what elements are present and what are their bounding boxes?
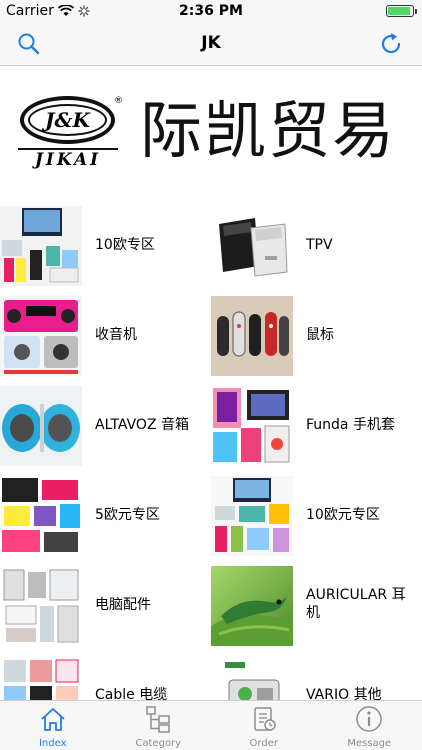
logo-text: J&K (28, 104, 107, 136)
tab-label: Order (249, 738, 278, 749)
lizard-thumb (211, 566, 293, 646)
category-item[interactable]: AURICULAR 耳机 (211, 562, 422, 652)
category-label: AURICULAR 耳机 (306, 587, 406, 621)
logo-subtitle: JIKAI (34, 150, 102, 170)
category-icon (146, 706, 170, 733)
registered-mark: ® (114, 96, 123, 106)
nav-bar: JK (0, 22, 422, 66)
tab-label: Category (135, 738, 182, 749)
category-label: ALTAVOZ 音箱 (95, 417, 189, 433)
category-item[interactable]: 10欧元专区 (211, 472, 422, 562)
category-item[interactable]: 收音机 (0, 292, 211, 382)
power-bank-thumb (0, 476, 82, 556)
speaker-thumb (0, 386, 82, 466)
status-time: 2:36 PM (179, 3, 243, 19)
category-label: TPV (306, 237, 333, 253)
company-banner: J&K ® JIKAI 际凯贸易 (0, 66, 422, 196)
category-label: 10欧专区 (95, 237, 155, 253)
category-item[interactable]: Funda 手机套 (211, 382, 422, 472)
category-label: 10欧元专区 (306, 507, 380, 523)
tab-label: Index (38, 738, 67, 749)
home-icon (41, 708, 65, 731)
category-item[interactable]: ALTAVOZ 音箱 (0, 382, 211, 472)
category-item[interactable]: 10欧专区 (0, 202, 211, 292)
tab-message[interactable]: Message (317, 701, 422, 750)
receipt-printer-thumb (211, 206, 293, 286)
category-item[interactable]: 鼠标 (211, 292, 422, 382)
status-bar: Carrier 2:36 PM (0, 0, 422, 22)
tab-label: Message (347, 738, 392, 749)
category-item[interactable]: TPV (211, 202, 422, 292)
tab-category[interactable]: Category (106, 701, 212, 750)
category-label: 电脑配件 (95, 597, 151, 613)
computer-accessories-thumb (0, 566, 82, 646)
page-title: JK (201, 33, 221, 53)
refresh-icon[interactable] (378, 31, 404, 57)
battery-icon (386, 5, 417, 17)
company-logo: J&K (20, 96, 115, 144)
category-item[interactable]: 5欧元专区 (0, 472, 211, 562)
radio-thumb (0, 296, 82, 376)
category-item[interactable]: 电脑配件 (0, 562, 211, 652)
phone-case-thumb (211, 386, 293, 466)
order-icon (254, 707, 276, 731)
tab-bar: Index Category Order Message (0, 700, 422, 750)
mouse-thumb (211, 296, 293, 376)
tab-order[interactable]: Order (211, 701, 317, 750)
tab-index[interactable]: Index (0, 701, 106, 750)
category-label: 5欧元专区 (95, 507, 160, 523)
category-label: 收音机 (95, 327, 137, 343)
gadgets-thumb (211, 476, 293, 556)
category-label: 鼠标 (306, 327, 334, 343)
multi-products-thumb (0, 206, 82, 286)
category-label: Funda 手机套 (306, 417, 395, 433)
info-icon (356, 706, 382, 732)
company-name: 际凯贸易 (140, 94, 397, 167)
